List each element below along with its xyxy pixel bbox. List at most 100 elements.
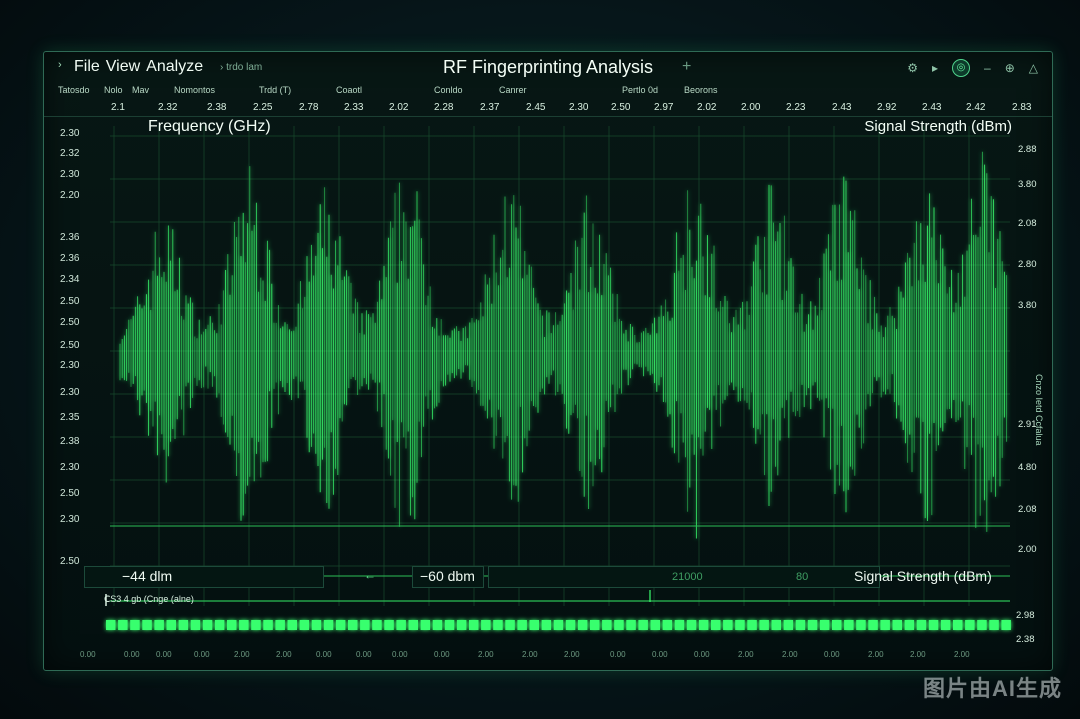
mini-block bbox=[989, 620, 999, 630]
mini-block bbox=[227, 620, 237, 630]
mini-block bbox=[481, 620, 491, 630]
arrow-left-icon[interactable]: ← bbox=[364, 568, 376, 582]
spectrum-plot[interactable]: Frequency (GHz) Signal Strength (dBm) 2.… bbox=[44, 116, 1052, 616]
waveform-svg bbox=[110, 126, 1010, 606]
subbar-item[interactable]: Pertlo 0d bbox=[622, 85, 658, 95]
mini-block bbox=[916, 620, 927, 630]
bottom-tick: 2.00 bbox=[782, 650, 798, 659]
mini-block bbox=[323, 620, 334, 630]
subbar-item[interactable]: Nolo bbox=[104, 85, 123, 95]
scale-tick: 2.02 bbox=[697, 102, 717, 113]
mini-block bbox=[239, 620, 249, 630]
mini-block bbox=[178, 620, 189, 630]
y-tick-right: 2.08 bbox=[1018, 218, 1037, 229]
y-tick-right: 2.80 bbox=[1018, 259, 1037, 270]
mini-block bbox=[577, 620, 588, 630]
bottom-tick: 0.00 bbox=[824, 650, 840, 659]
scale-tick: 2.42 bbox=[966, 102, 986, 113]
mini-block bbox=[698, 620, 709, 630]
y-tick-left: 2.32 bbox=[60, 148, 80, 159]
y-tick-left: 2.30 bbox=[60, 128, 80, 139]
y-tick-left: 2.50 bbox=[60, 340, 80, 351]
mini-block bbox=[977, 620, 987, 630]
bottom-tick: 0.00 bbox=[392, 650, 408, 659]
mini-block bbox=[590, 620, 600, 630]
center-value: 21000 bbox=[672, 571, 703, 583]
ai-generated-watermark: 图片由AI生成 bbox=[922, 676, 1062, 701]
mini-block bbox=[541, 620, 552, 630]
play-icon[interactable]: ▸ bbox=[932, 61, 938, 75]
mini-block bbox=[686, 620, 697, 630]
scale-tick: 2.37 bbox=[480, 102, 500, 113]
y-tick-right: 4.80 bbox=[1018, 462, 1037, 473]
bottom-tick: 2.00 bbox=[738, 650, 754, 659]
bottom-tick: 0.00 bbox=[610, 650, 626, 659]
scale-tick: 2.97 bbox=[654, 102, 674, 113]
mini-block bbox=[505, 620, 515, 630]
mini-block bbox=[602, 620, 612, 630]
mini-block bbox=[759, 620, 769, 630]
y-tick-left: 2.30 bbox=[60, 387, 80, 398]
bottom-tick: 2.00 bbox=[564, 650, 580, 659]
mini-block bbox=[287, 620, 297, 630]
bottom-tick: 0.00 bbox=[80, 650, 96, 659]
settings-icon[interactable]: ⚙ bbox=[907, 61, 918, 75]
minus-icon[interactable]: – bbox=[984, 61, 991, 75]
mini-block bbox=[263, 620, 273, 630]
scale-tick: 2.25 bbox=[253, 102, 273, 113]
mini-block bbox=[856, 620, 866, 630]
bottom-tick: 2.00 bbox=[868, 650, 884, 659]
mini-block bbox=[650, 620, 660, 630]
axis-label-signal-strength: Signal Strength (dBm) bbox=[864, 118, 1012, 135]
target-icon[interactable]: ◎ bbox=[952, 59, 971, 77]
bottom-scale: 0.00 0.00 0.00 0.00 2.00 2.00 0.00 0.00 … bbox=[44, 650, 1052, 664]
bottom-tick: 0.00 bbox=[316, 650, 332, 659]
subbar-item[interactable]: Beorons bbox=[684, 85, 718, 95]
waveform-bursts bbox=[119, 151, 1008, 539]
mini-block bbox=[190, 620, 201, 630]
subbar-item[interactable]: Nomontos bbox=[174, 85, 215, 95]
subbar-item[interactable]: Tatosdo bbox=[58, 85, 90, 95]
bottom-tick: 0.00 bbox=[434, 650, 450, 659]
window-title: RF Fingerprinting Analysis bbox=[442, 57, 654, 77]
y-tick-left: 2.50 bbox=[60, 556, 80, 567]
warning-icon[interactable]: △ bbox=[1029, 61, 1038, 75]
scale-tick: 2.38 bbox=[207, 102, 227, 113]
mini-block bbox=[444, 620, 455, 630]
title-bar: › File View Analyze › trdo lam RF Finger… bbox=[44, 52, 1052, 84]
mini-block bbox=[965, 620, 975, 630]
subbar-item[interactable]: Mav bbox=[132, 85, 149, 95]
bottom-tick: 2.00 bbox=[954, 650, 970, 659]
mini-block bbox=[735, 620, 745, 630]
mini-tick-right: 2.98 bbox=[1016, 610, 1035, 621]
mini-block bbox=[904, 620, 915, 630]
y-tick-left: 2.30 bbox=[60, 514, 80, 525]
subbar-item[interactable]: Canrer bbox=[499, 85, 527, 95]
mini-block bbox=[372, 620, 382, 630]
add-icon[interactable]: + bbox=[682, 58, 691, 76]
analysis-window: › File View Analyze › trdo lam RF Finger… bbox=[43, 51, 1053, 671]
mini-block bbox=[202, 620, 213, 630]
mini-block bbox=[517, 620, 527, 630]
bottom-tick: 0.00 bbox=[156, 650, 172, 659]
subbar-item[interactable]: Conldo bbox=[434, 85, 463, 95]
mini-block bbox=[311, 620, 322, 630]
mini-block bbox=[614, 620, 624, 630]
y-tick-right: 2.88 bbox=[1018, 144, 1037, 155]
mini-block bbox=[747, 620, 757, 630]
scale-tick: 2.30 bbox=[569, 102, 589, 113]
mini-block bbox=[940, 620, 951, 630]
mini-block bbox=[469, 620, 479, 630]
mini-block bbox=[723, 620, 733, 630]
subbar-item[interactable]: Coaotl bbox=[336, 85, 362, 95]
y-tick-left: 2.50 bbox=[60, 317, 80, 328]
mini-block bbox=[130, 620, 140, 630]
subbar-item[interactable]: Trdd (T) bbox=[259, 85, 291, 95]
sub-toolbar: Tatosdo Nolo Mav Nomontos Trdd (T) Coaot… bbox=[44, 84, 1052, 98]
mini-block bbox=[106, 620, 116, 630]
y-tick-left: 2.34 bbox=[60, 274, 80, 285]
y-tick-left: 2.35 bbox=[60, 412, 80, 423]
mini-block bbox=[299, 620, 310, 630]
status-box bbox=[84, 566, 324, 588]
globe-icon[interactable]: ⊕ bbox=[1005, 61, 1015, 75]
